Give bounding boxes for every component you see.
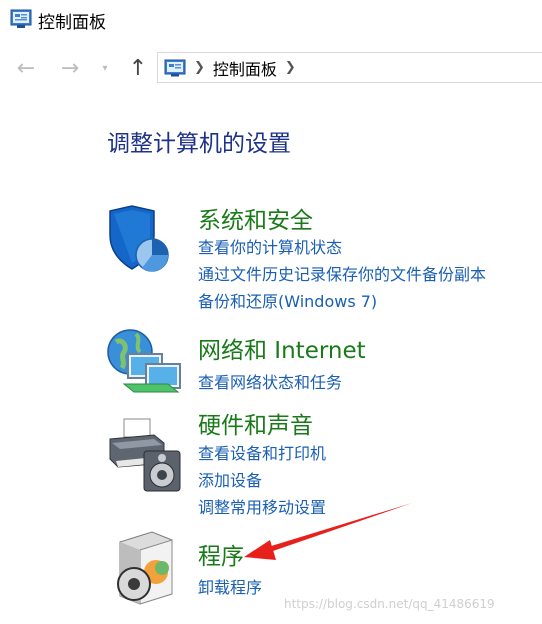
watermark-text: https://blog.csdn.net/qq_41486619 — [284, 597, 495, 611]
annotation-arrow — [244, 503, 412, 560]
